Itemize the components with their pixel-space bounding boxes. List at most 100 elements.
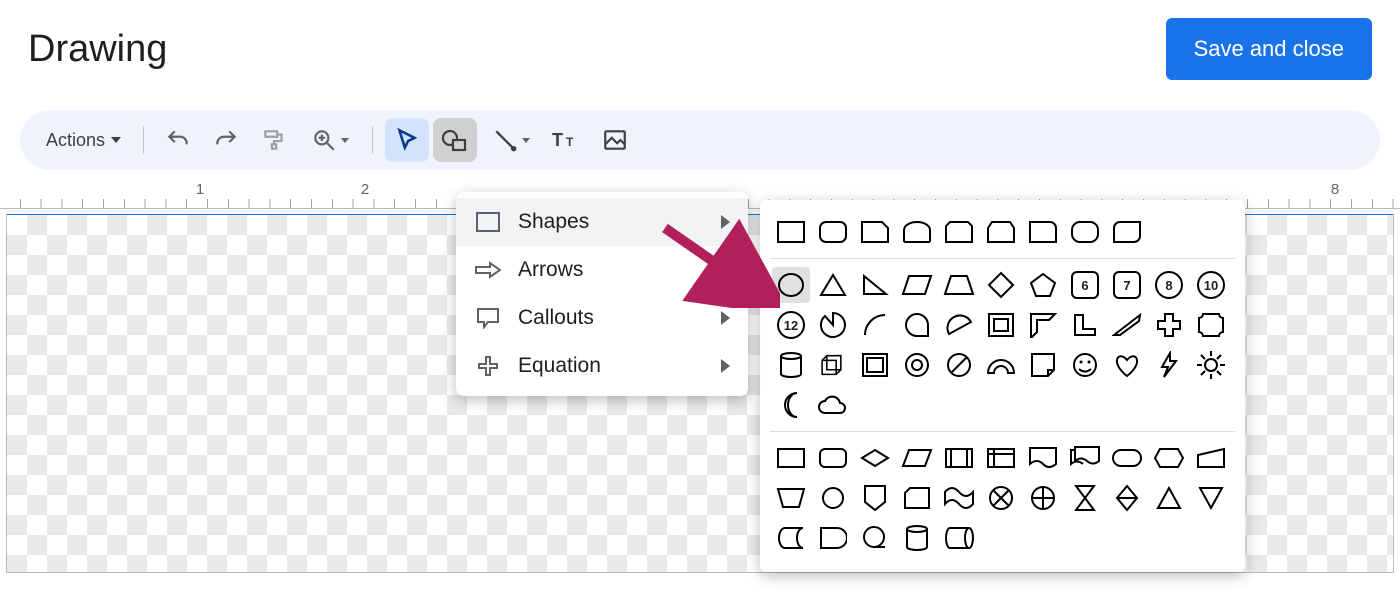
shape-fc-summing[interactable] xyxy=(982,480,1020,516)
shape-pie[interactable] xyxy=(814,307,852,343)
shape-fc-document[interactable] xyxy=(1024,440,1062,476)
line-tool-button[interactable] xyxy=(481,118,541,162)
shape-block-arc[interactable] xyxy=(982,347,1020,383)
shape-parallelogram[interactable] xyxy=(898,267,936,303)
actions-menu-button[interactable]: Actions xyxy=(36,118,131,162)
shape-bevel[interactable] xyxy=(856,347,894,383)
shape-tool-button[interactable] xyxy=(433,118,477,162)
shape-rectangle[interactable] xyxy=(772,214,810,250)
shape-ellipse[interactable] xyxy=(772,267,810,303)
shape-cube[interactable] xyxy=(814,347,852,383)
shape-fc-preparation[interactable] xyxy=(1150,440,1188,476)
shape-trapezoid[interactable] xyxy=(940,267,978,303)
shape-fc-merge[interactable] xyxy=(1192,480,1230,516)
shape-category-menu: Shapes Arrows Callouts Equation xyxy=(456,192,748,396)
redo-button[interactable] xyxy=(204,118,248,162)
shape-fc-internal[interactable] xyxy=(982,440,1020,476)
shape-fc-terminator[interactable] xyxy=(1108,440,1146,476)
shape-pentagon[interactable] xyxy=(1024,267,1062,303)
shape-triangle[interactable] xyxy=(814,267,852,303)
shape-diamond[interactable] xyxy=(982,267,1020,303)
textbox-tool-button[interactable]: TT xyxy=(545,118,589,162)
shape-fc-direct[interactable] xyxy=(940,520,978,556)
toolbar-separator xyxy=(143,126,144,154)
shape-teardrop[interactable] xyxy=(898,307,936,343)
menu-item-equation[interactable]: Equation xyxy=(456,342,748,390)
shape-plaque[interactable] xyxy=(1192,307,1230,343)
shape-hexagon-6[interactable]: 6 xyxy=(1066,267,1104,303)
shape-fc-process[interactable] xyxy=(772,440,810,476)
shape-snip-same[interactable] xyxy=(940,214,978,250)
chevron-right-icon xyxy=(721,359,730,373)
shape-fc-tape[interactable] xyxy=(940,480,978,516)
shape-l[interactable] xyxy=(1066,307,1104,343)
shape-fc-connector[interactable] xyxy=(814,480,852,516)
arrow-right-icon xyxy=(474,260,502,280)
select-tool-button[interactable] xyxy=(385,118,429,162)
shape-fc-manual-op[interactable] xyxy=(772,480,810,516)
svg-text:T: T xyxy=(552,130,563,150)
shape-frame[interactable] xyxy=(982,307,1020,343)
image-tool-button[interactable] xyxy=(593,118,637,162)
shape-fc-magnetic[interactable] xyxy=(898,520,936,556)
shape-no-symbol[interactable] xyxy=(940,347,978,383)
shape-fc-manual-input[interactable] xyxy=(1192,440,1230,476)
shape-round-diagonal[interactable] xyxy=(1108,214,1146,250)
shape-fc-multidoc[interactable] xyxy=(1066,440,1104,476)
shape-donut[interactable] xyxy=(898,347,936,383)
menu-item-arrows[interactable]: Arrows xyxy=(456,246,748,294)
shape-smiley[interactable] xyxy=(1066,347,1104,383)
shape-fc-sort[interactable] xyxy=(1108,480,1146,516)
shape-snip-both[interactable] xyxy=(982,214,1020,250)
shape-diag-stripe[interactable] xyxy=(1108,307,1146,343)
shape-round-same[interactable] xyxy=(1066,214,1104,250)
menu-item-callouts[interactable]: Callouts xyxy=(456,294,748,342)
shape-lightning[interactable] xyxy=(1150,347,1188,383)
shape-chord[interactable] xyxy=(940,307,978,343)
shapes-palette: 6 7 8 10 12 xyxy=(760,200,1245,572)
shape-fc-extract[interactable] xyxy=(1150,480,1188,516)
shape-sun[interactable] xyxy=(1192,347,1230,383)
shape-fc-or[interactable] xyxy=(1024,480,1062,516)
paint-format-button[interactable] xyxy=(252,118,296,162)
shape-fc-card[interactable] xyxy=(898,480,936,516)
dialog-title: Drawing xyxy=(28,28,167,71)
shape-fc-decision[interactable] xyxy=(856,440,894,476)
shape-fc-alternate[interactable] xyxy=(814,440,852,476)
shape-fc-offpage[interactable] xyxy=(856,480,894,516)
shape-fc-delay[interactable] xyxy=(814,520,852,556)
caret-down-icon xyxy=(111,137,121,143)
ruler-number: 2 xyxy=(361,181,369,198)
menu-item-label: Equation xyxy=(518,354,705,378)
shape-dodecagon-12[interactable]: 12 xyxy=(772,307,810,343)
shape-folded-corner[interactable] xyxy=(1024,347,1062,383)
shape-fc-collate[interactable] xyxy=(1066,480,1104,516)
shape-rounded-rectangle[interactable] xyxy=(814,214,852,250)
shape-fc-predefined[interactable] xyxy=(940,440,978,476)
shape-decagon-10[interactable]: 10 xyxy=(1192,267,1230,303)
shape-round-top[interactable] xyxy=(898,214,936,250)
shape-fc-data[interactable] xyxy=(898,440,936,476)
undo-button[interactable] xyxy=(156,118,200,162)
shape-fc-sequential[interactable] xyxy=(856,520,894,556)
shape-plus[interactable] xyxy=(1150,307,1188,343)
shape-moon[interactable] xyxy=(772,387,810,423)
shape-half-frame[interactable] xyxy=(1024,307,1062,343)
zoom-button[interactable] xyxy=(300,118,360,162)
menu-item-label: Arrows xyxy=(518,258,705,282)
shape-heart[interactable] xyxy=(1108,347,1146,383)
menu-item-shapes[interactable]: Shapes xyxy=(456,198,748,246)
callout-icon xyxy=(474,307,502,329)
cursor-icon xyxy=(394,127,420,153)
shape-octagon-8[interactable]: 8 xyxy=(1150,267,1188,303)
shape-cloud[interactable] xyxy=(814,387,852,423)
shape-can[interactable] xyxy=(772,347,810,383)
shape-round-single[interactable] xyxy=(1024,214,1062,250)
actions-label: Actions xyxy=(46,130,105,151)
shape-fc-stored[interactable] xyxy=(772,520,810,556)
shape-snip-single[interactable] xyxy=(856,214,894,250)
shape-arc[interactable] xyxy=(856,307,894,343)
shape-heptagon-7[interactable]: 7 xyxy=(1108,267,1146,303)
save-and-close-button[interactable]: Save and close xyxy=(1166,18,1372,80)
shape-right-triangle[interactable] xyxy=(856,267,894,303)
